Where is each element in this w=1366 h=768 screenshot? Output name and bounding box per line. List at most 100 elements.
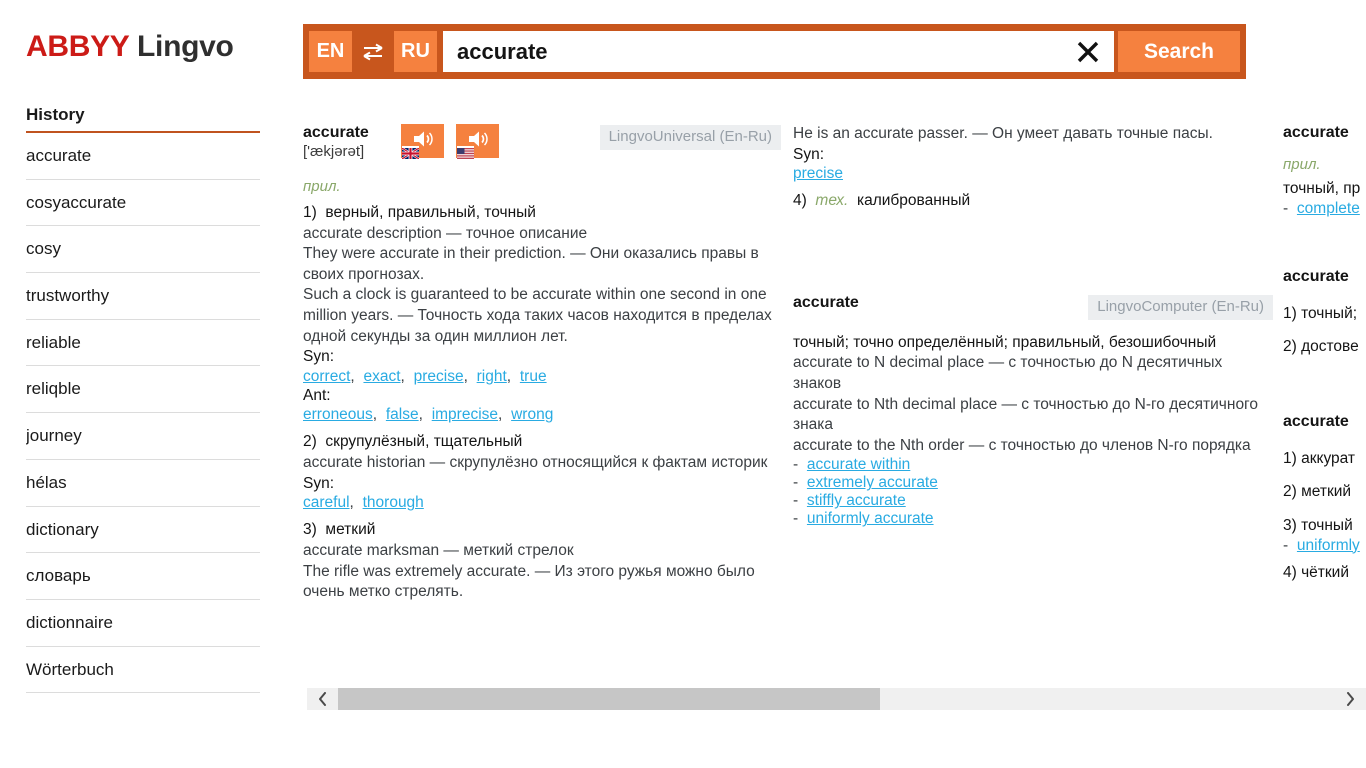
sidebar-item-accurate[interactable]: accurate — [26, 133, 260, 180]
synonyms-label: Syn: — [303, 348, 335, 366]
headword: accurate — [1283, 412, 1349, 430]
synonym-link[interactable]: careful — [303, 494, 350, 511]
example: accurate description — точное описание — [303, 224, 588, 242]
logo-abbyy: ABBYY — [26, 30, 129, 63]
sense-text: точный, пр — [1283, 180, 1361, 197]
synonym-link[interactable]: exact — [363, 368, 400, 385]
lingvo-app-window: ABBYY Lingvo History accurate cosyaccura… — [0, 0, 1366, 768]
sense-number: 2) — [303, 433, 317, 451]
phrase-row: - uniformly accurate — [793, 510, 1273, 528]
headword: accurate — [1283, 267, 1349, 285]
sidebar-item-cosy[interactable]: cosy — [26, 226, 260, 274]
sense-text: калиброванный — [856, 192, 971, 210]
sidebar: ABBYY Lingvo History accurate cosyaccura… — [0, 0, 288, 768]
synonym-link[interactable]: true — [520, 368, 547, 385]
antonym-link[interactable]: erroneous — [303, 406, 373, 423]
headword: accurate — [303, 124, 369, 141]
sense-text: 3) точный — [1283, 517, 1353, 535]
phrase-row: - stiffly accurate — [793, 492, 1273, 510]
phrase-row: - complete — [1283, 200, 1366, 218]
results-panel: accurate LingvoUniversal (En-Ru) ['ækjər… — [303, 124, 1366, 676]
search-button[interactable]: Search — [1118, 31, 1240, 72]
dictionary-name-badge: LingvoComputer (En-Ru) — [1088, 294, 1273, 320]
antonym-link[interactable]: imprecise — [432, 406, 498, 423]
entry-lingvo-universal: accurate LingvoUniversal (En-Ru) ['ækjər… — [303, 124, 781, 603]
sidebar-item-journey[interactable]: journey — [26, 413, 260, 460]
target-language-button[interactable]: RU — [394, 31, 437, 72]
dash: - — [793, 510, 803, 528]
logo-lingvo: Lingvo — [137, 30, 234, 63]
sense-text: верный, правильный, точный — [325, 204, 536, 221]
antonym-link[interactable]: wrong — [511, 406, 553, 423]
entry-fifth: accurate 1) аккурат 2) меткий 3) точный … — [1283, 413, 1366, 583]
sidebar-item-worterbuch[interactable]: Wörterbuch — [26, 647, 260, 694]
search-field — [443, 31, 1114, 72]
clear-search-icon[interactable] — [1062, 31, 1114, 72]
sidebar-item-helas[interactable]: hélas — [26, 460, 260, 507]
headword: accurate — [793, 293, 859, 311]
usage-marker: тех. — [815, 192, 849, 210]
example: accurate to Nth decimal place — с точнос… — [793, 395, 1258, 434]
us-flag-icon — [457, 146, 474, 159]
sidebar-item-trustworthy[interactable]: trustworthy — [26, 273, 260, 320]
entry-header: accurate LingvoComputer (En-Ru) — [793, 293, 1273, 320]
entry-lingvo-computer: accurate LingvoComputer (En-Ru) точный; … — [793, 294, 1273, 529]
headword: accurate — [1283, 124, 1349, 141]
search-input[interactable] — [443, 38, 1062, 65]
sense-3: 3) меткий — [303, 520, 781, 541]
sense-text: 2) достове — [1283, 338, 1359, 356]
example: Such a clock is guaranteed to be accurat… — [303, 286, 772, 345]
phrase-link[interactable]: extremely accurate — [807, 474, 938, 491]
scrollbar-track[interactable] — [338, 688, 1335, 710]
play-us-pronunciation-button[interactable] — [456, 124, 499, 159]
history-list: accurate cosyaccurate cosy trustworthy r… — [26, 133, 260, 694]
play-uk-pronunciation-button[interactable] — [401, 124, 444, 160]
phrase-link[interactable]: uniformly — [1297, 537, 1360, 554]
sense-text: 4) чёткий — [1283, 563, 1349, 581]
phrase-row: - accurate within — [793, 456, 1273, 474]
sidebar-item-reliable[interactable]: reliable — [26, 320, 260, 367]
synonym-link[interactable]: thorough — [363, 494, 424, 511]
entry-universal-continued: He is an accurate passer. — Он умеет дав… — [793, 124, 1273, 212]
example: accurate marksman — меткий стрелок — [303, 541, 574, 559]
synonyms-label: Syn: — [303, 474, 335, 492]
sense-text: 1) аккурат — [1283, 449, 1356, 467]
scrollbar-thumb[interactable] — [338, 688, 880, 710]
sense-text: 2) меткий — [1283, 483, 1352, 501]
chevron-right-icon[interactable] — [1335, 688, 1366, 710]
phrase-link[interactable]: stiffly accurate — [807, 492, 906, 509]
phrase-link[interactable]: complete — [1297, 200, 1360, 217]
synonym-link[interactable]: correct — [303, 368, 350, 385]
chevron-left-icon[interactable] — [307, 688, 338, 710]
dash: - — [793, 474, 803, 492]
dash: - — [793, 456, 803, 474]
entry-header: accurate LingvoUniversal (En-Ru) ['ækjər… — [303, 124, 781, 160]
sidebar-item-dictionary[interactable]: dictionary — [26, 507, 260, 554]
sense-number: 3) — [303, 521, 317, 539]
sidebar-item-cosyaccurate[interactable]: cosyaccurate — [26, 180, 260, 227]
phrase-link[interactable]: accurate within — [807, 456, 910, 473]
synonyms-label: Syn: — [793, 145, 825, 163]
sense-text: скрупулёзный, тщательный — [325, 433, 523, 451]
sidebar-item-dictionnaire[interactable]: dictionnaire — [26, 600, 260, 647]
uk-flag-icon — [401, 146, 420, 160]
horizontal-scrollbar[interactable] — [307, 688, 1366, 710]
synonym-link[interactable]: precise — [414, 368, 464, 385]
example: accurate historian — скрупулёзно относящ… — [303, 454, 768, 472]
sense-text: меткий — [325, 521, 376, 539]
antonym-link[interactable]: false — [386, 406, 419, 423]
phrase-row: - uniformly — [1283, 537, 1366, 555]
source-language-button[interactable]: EN — [309, 31, 352, 72]
phrase-link[interactable]: uniformly accurate — [807, 510, 934, 527]
swap-languages-icon[interactable] — [352, 31, 394, 72]
results-column-3: accurate прил. точный, пр - complete acc… — [1283, 124, 1366, 583]
app-logo: ABBYY Lingvo — [26, 30, 234, 64]
sidebar-item-slovar[interactable]: словарь — [26, 553, 260, 600]
sidebar-item-reliqble[interactable]: reliqble — [26, 366, 260, 414]
results-column-1: accurate LingvoUniversal (En-Ru) ['ækjər… — [303, 124, 781, 603]
synonym-link[interactable]: precise — [793, 165, 843, 182]
synonym-link[interactable]: right — [477, 368, 507, 385]
entry-fourth: accurate 1) точный; 2) достове — [1283, 268, 1366, 358]
example: accurate to N decimal place — с точность… — [793, 354, 1223, 393]
entry-third: accurate прил. точный, пр - complete — [1283, 124, 1366, 218]
